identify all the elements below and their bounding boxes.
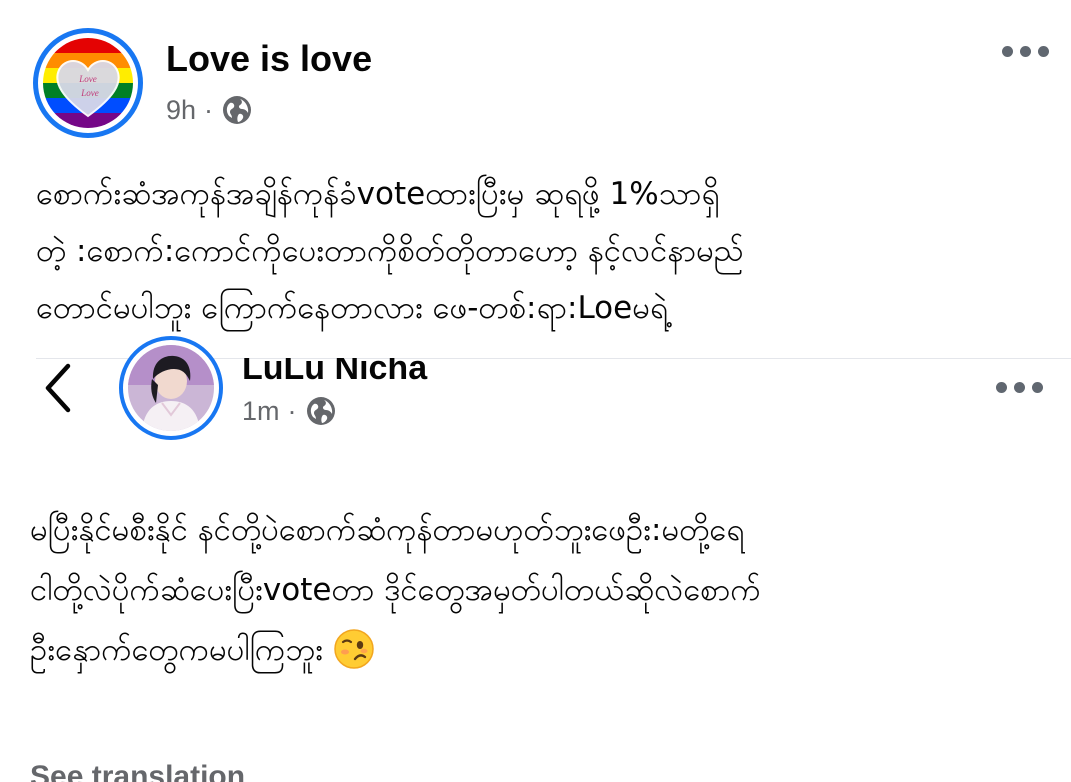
shared-post-body: မပြီးနိုင်မစီးနိုင် နင်တို့ပဲစောက်ဆံကုန်… bbox=[30, 500, 1060, 680]
post-body-line: စောက်းဆံအကုန်အချိန်ကုန်ခံvoteထားပြီးမှ ဆ… bbox=[36, 176, 720, 212]
globe-icon[interactable] bbox=[221, 94, 253, 126]
shared-author-avatar[interactable] bbox=[119, 336, 223, 440]
shared-post-body-line-last: ဦးနှောက်တွေကမပါကြဘူး bbox=[30, 620, 1060, 680]
author-name[interactable]: Love is love bbox=[166, 38, 372, 80]
post-body-line: တောင်မပါဘူး ကြောက်နေတာလား ဖေ-တစ်:ရာ:Loeမ… bbox=[36, 290, 668, 326]
svg-text:Love: Love bbox=[78, 74, 97, 84]
meta-separator: · bbox=[204, 94, 214, 125]
more-options-icon[interactable] bbox=[1002, 46, 1049, 57]
see-translation-link[interactable]: See translation bbox=[30, 760, 245, 782]
shared-post-body-line: ငါတို့လဲပိုက်ဆံပေးပြီးvoteတာ ဒိုင်တွေအမှ… bbox=[30, 572, 761, 608]
woozy-face-emoji-icon bbox=[333, 628, 375, 670]
shared-post-meta: 1m · bbox=[242, 393, 337, 429]
shared-post-body-text: ဦးနှောက်တွေကမပါကြဘူး bbox=[30, 632, 323, 668]
shared-author-name-clip: LuLu Nicha bbox=[242, 358, 502, 388]
shared-post-body-line: မပြီးနိုင်မစီးနိုင် နင်တို့ပဲစောက်ဆံကုန်… bbox=[30, 512, 745, 548]
shared-author-name[interactable]: LuLu Nicha bbox=[242, 358, 427, 386]
post-body-line: တဲ့ :စောက်:ကောင်ကိုပေးတာကိုစိတ်တိုတာဟော့… bbox=[36, 233, 744, 269]
profile-photo bbox=[128, 345, 214, 431]
globe-icon[interactable] bbox=[305, 395, 337, 427]
rainbow-flag-image: Love Love bbox=[43, 38, 133, 128]
post-body: စောက်းဆံအကုန်အချိန်ကုန်ခံvoteထားပြီးမှ ဆ… bbox=[36, 166, 1036, 337]
author-avatar[interactable]: Love Love bbox=[33, 28, 143, 138]
shared-post-timestamp[interactable]: 1m bbox=[242, 396, 280, 427]
svg-text:Love: Love bbox=[80, 88, 99, 98]
back-arrow-icon[interactable] bbox=[38, 360, 78, 416]
post-timestamp[interactable]: 9h bbox=[166, 95, 196, 126]
post-meta: 9h · bbox=[166, 92, 253, 128]
more-options-icon[interactable] bbox=[996, 382, 1043, 393]
meta-separator: · bbox=[287, 395, 297, 426]
facebook-post-screen: Love Love Love is love 9h · စောက်းဆံအကုန… bbox=[0, 0, 1071, 782]
